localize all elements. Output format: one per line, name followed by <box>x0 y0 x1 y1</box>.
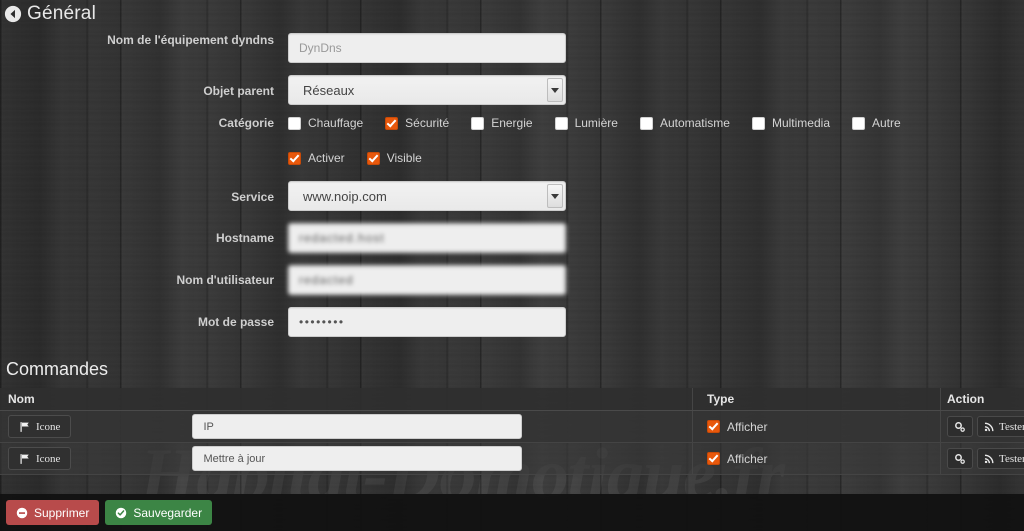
commandes-table: Nom Type Action IconeAfficherTesterIcone… <box>0 388 1024 475</box>
category-checkbox[interactable] <box>751 116 765 130</box>
cogs-icon <box>954 453 966 465</box>
category-item[interactable]: Autre <box>852 116 901 130</box>
flag-checkbox[interactable] <box>288 151 301 165</box>
cogs-icon <box>954 421 966 433</box>
category-item[interactable]: Automatisme <box>639 116 730 130</box>
afficher-item[interactable]: Afficher <box>707 452 767 466</box>
afficher-label: Afficher <box>727 451 768 466</box>
command-name-input[interactable] <box>192 446 523 471</box>
label-service: Service <box>231 190 274 204</box>
form-row-category: Catégorie Chauffage Sécurité Energie Lumièr… <box>0 116 1024 165</box>
form-row-device-name: Nom de l'équipement dyndns <box>0 33 1024 63</box>
column-header-action: Action <box>940 388 1024 410</box>
category-checkbox[interactable] <box>471 116 485 130</box>
password-input[interactable] <box>288 307 566 337</box>
category-item[interactable]: Lumière <box>554 116 618 130</box>
cell-type: Afficher <box>692 411 940 442</box>
label-hostname: Hostname <box>215 231 274 245</box>
command-name-input[interactable] <box>192 414 523 439</box>
flags-checkbox-group: Activer Visible <box>288 151 1018 165</box>
column-header-nom: Nom <box>8 392 35 406</box>
icone-button-label: Icone <box>36 452 61 465</box>
icone-button[interactable]: Icone <box>8 447 72 470</box>
signal-rss-icon <box>984 421 995 432</box>
flag-icon <box>19 421 31 433</box>
configure-button[interactable] <box>947 448 973 469</box>
minus-circle-icon <box>16 507 28 519</box>
tester-button[interactable]: Tester <box>977 416 1024 437</box>
general-form: Nom de l'équipement dyndns Objet parent … <box>0 28 1024 338</box>
category-checkbox-group: Chauffage Sécurité Energie Lumière Automatis… <box>288 116 1018 130</box>
category-label: Energie <box>491 116 533 130</box>
cell-nom: Icone <box>0 446 692 471</box>
afficher-checkbox[interactable] <box>707 420 720 433</box>
username-input[interactable] <box>288 265 566 295</box>
cell-nom: Icone <box>0 414 692 439</box>
page-title: Général <box>27 3 96 24</box>
hostname-input[interactable] <box>288 223 566 253</box>
save-button-label: Sauvegarder <box>133 505 203 520</box>
save-button[interactable]: Sauvegarder <box>105 500 213 525</box>
category-checkbox[interactable] <box>385 116 399 130</box>
cell-action: Tester <box>940 443 1024 474</box>
parent-object-select[interactable]: Réseaux <box>288 75 566 105</box>
label-device-name: Nom de l'équipement dyndns <box>107 33 274 47</box>
category-item[interactable]: Multimedia <box>751 116 830 130</box>
column-header-type: Type <box>692 388 940 410</box>
category-label: Multimedia <box>771 116 830 130</box>
category-checkbox[interactable] <box>639 116 653 130</box>
form-row-username: Nom d'utilisateur <box>0 265 1024 295</box>
label-category: Catégorie <box>218 116 274 130</box>
table-row: Icone Afficher Tester <box>0 443 1024 475</box>
check-circle-icon <box>115 507 127 519</box>
category-label: Lumière <box>574 116 618 130</box>
tester-button-label: Tester <box>999 452 1024 465</box>
service-select[interactable]: www.noip.com <box>288 181 566 211</box>
category-checkbox[interactable] <box>852 116 865 130</box>
category-item[interactable]: Chauffage <box>288 116 363 130</box>
commandes-section-title: Commandes <box>6 359 109 379</box>
cell-type: Afficher <box>692 443 940 474</box>
category-label: Autre <box>872 116 901 130</box>
category-label: Chauffage <box>308 116 364 130</box>
configure-button[interactable] <box>947 416 973 437</box>
back-arrow-circle-icon[interactable] <box>4 5 22 23</box>
category-item[interactable]: Energie <box>471 116 533 130</box>
footer-action-bar: Supprimer Sauvegarder <box>0 494 1024 531</box>
flag-item[interactable]: Visible <box>366 151 422 165</box>
cell-action: Tester <box>940 411 1024 442</box>
flag-label: Activer <box>308 151 345 165</box>
form-row-parent-object: Objet parent Réseaux <box>0 75 1024 105</box>
table-row: Icone Afficher Tester <box>0 411 1024 443</box>
flag-item[interactable]: Activer <box>288 151 345 165</box>
label-password: Mot de passe <box>197 315 274 329</box>
icone-button[interactable]: Icone <box>8 415 72 438</box>
category-checkbox[interactable] <box>288 116 301 130</box>
flag-label: Visible <box>386 151 422 165</box>
category-checkbox[interactable] <box>554 116 568 130</box>
tester-button-label: Tester <box>999 420 1024 433</box>
page-header: Général <box>0 0 1024 28</box>
form-row-password: Mot de passe <box>0 307 1024 337</box>
label-username: Nom d'utilisateur <box>176 273 274 287</box>
flag-icon <box>19 453 31 465</box>
device-name-input[interactable] <box>288 33 566 63</box>
label-parent-object: Objet parent <box>203 84 274 98</box>
form-row-hostname: Hostname <box>0 223 1024 253</box>
flag-checkbox[interactable] <box>366 151 380 165</box>
category-label: Sécurité <box>405 116 450 130</box>
delete-button-label: Supprimer <box>34 505 90 520</box>
tester-button[interactable]: Tester <box>977 448 1024 469</box>
table-body: Icone Afficher Tester Icone Afficher Tester <box>0 411 1024 475</box>
afficher-checkbox[interactable] <box>707 452 720 465</box>
category-item[interactable]: Sécurité <box>385 116 449 130</box>
signal-rss-icon <box>984 453 995 464</box>
category-label: Automatisme <box>659 116 730 130</box>
afficher-label: Afficher <box>727 419 768 434</box>
icone-button-label: Icone <box>36 420 61 433</box>
table-header-row: Nom Type Action <box>0 388 1024 411</box>
delete-button[interactable]: Supprimer <box>6 500 100 525</box>
form-row-service: Service www.noip.com <box>0 181 1024 211</box>
afficher-item[interactable]: Afficher <box>707 420 767 434</box>
